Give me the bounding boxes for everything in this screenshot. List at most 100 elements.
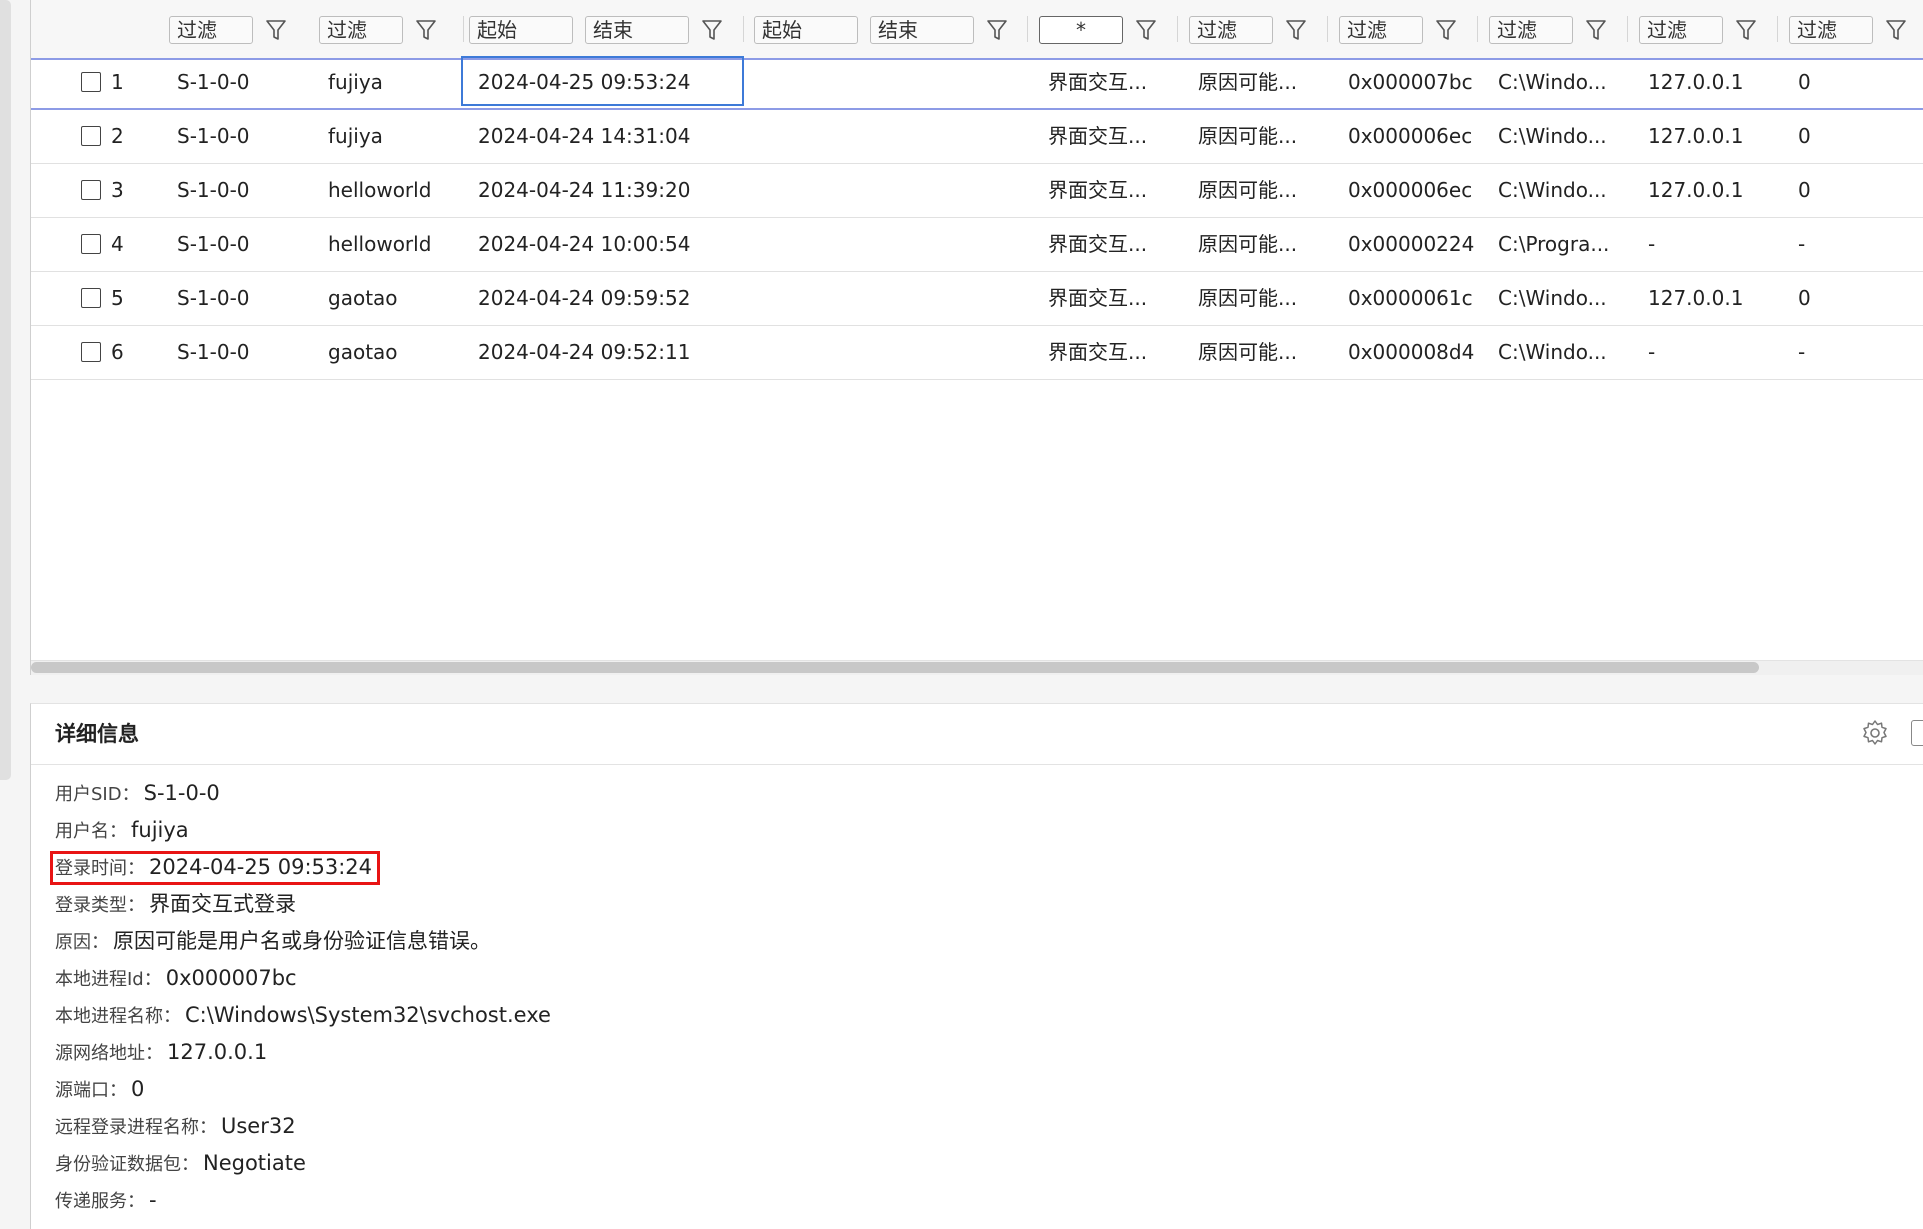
expand-panel-icon[interactable] — [1911, 720, 1923, 746]
cell-login-time: 2024-04-24 09:59:52 — [478, 286, 691, 310]
cell-port: - — [1798, 340, 1806, 364]
funnel-icon[interactable] — [265, 18, 287, 42]
filter-time-end[interactable]: 结束 — [585, 16, 689, 44]
row-index: 6 — [111, 340, 124, 364]
filter-logout-start[interactable]: 起始 — [754, 16, 858, 44]
detail-field-transited-services: 传递服务： - — [55, 1185, 157, 1215]
filter-input-sid[interactable]: 过滤 — [169, 16, 253, 44]
gear-icon[interactable] — [1860, 718, 1890, 748]
row-index: 2 — [111, 124, 124, 148]
cell-user: gaotao — [328, 340, 398, 364]
cell-reason: 原因可能... — [1198, 124, 1298, 148]
funnel-icon[interactable] — [1735, 18, 1757, 42]
funnel-icon[interactable] — [1285, 18, 1307, 42]
cell-ip: - — [1648, 340, 1656, 364]
cell-ip: 127.0.0.1 — [1648, 124, 1744, 148]
cell-process-path: C:\Windo... — [1498, 286, 1607, 310]
table-row[interactable]: 5 S-1-0-0 gaotao 2024-04-24 09:59:52 界面交… — [31, 272, 1923, 326]
filter-cell-reason: 过滤 — [1189, 14, 1307, 46]
row-checkbox[interactable] — [81, 72, 101, 92]
funnel-icon[interactable] — [1585, 18, 1607, 42]
filter-cell-time-range: 起始 结束 — [469, 14, 723, 46]
row-index: 3 — [111, 178, 124, 202]
cell-process-path: C:\Windo... — [1498, 70, 1607, 94]
detail-value: fujiya — [131, 818, 189, 842]
filter-time-start[interactable]: 起始 — [469, 16, 573, 44]
row-index: 1 — [111, 70, 124, 94]
filter-cell-user: 过滤 — [319, 14, 437, 46]
cell-reason: 原因可能... — [1198, 178, 1298, 202]
cell-sid: S-1-0-0 — [177, 70, 250, 94]
detail-label: 远程登录进程名称： — [55, 1117, 217, 1138]
funnel-icon[interactable] — [986, 18, 1008, 42]
cell-login-time: 2024-04-24 14:31:04 — [478, 124, 691, 148]
detail-field-sid: 用户SID： S-1-0-0 — [55, 778, 220, 808]
login-records-grid: 过滤 过滤 起始 结束 起始 结束 * 过滤 过滤 过滤 过滤 过滤 1 S-1… — [30, 0, 1923, 675]
row-checkbox[interactable] — [81, 180, 101, 200]
funnel-icon[interactable] — [1885, 18, 1907, 42]
cell-sid: S-1-0-0 — [177, 124, 250, 148]
detail-value: S-1-0-0 — [143, 781, 220, 805]
funnel-icon[interactable] — [701, 18, 723, 42]
cell-user: fujiya — [328, 70, 383, 94]
detail-value: 原因可能是用户名或身份验证信息错误。 — [113, 929, 491, 953]
filter-logout-end[interactable]: 结束 — [870, 16, 974, 44]
funnel-icon[interactable] — [1435, 18, 1457, 42]
filter-bar: 过滤 过滤 起始 结束 起始 结束 * 过滤 过滤 过滤 过滤 过滤 — [31, 0, 1923, 60]
detail-field-reason: 原因： 原因可能是用户名或身份验证信息错误。 — [55, 926, 491, 956]
cell-user: helloworld — [328, 178, 432, 202]
cell-login-type: 界面交互... — [1048, 70, 1148, 94]
filter-input-ip[interactable]: 过滤 — [1639, 16, 1723, 44]
cell-sid: S-1-0-0 — [177, 340, 250, 364]
cell-port: 0 — [1798, 124, 1811, 148]
table-row[interactable]: 3 S-1-0-0 helloworld 2024-04-24 11:39:20… — [31, 164, 1923, 218]
filter-input-user[interactable]: 过滤 — [319, 16, 403, 44]
detail-label: 传递服务： — [55, 1191, 145, 1212]
cell-process-path: C:\Windo... — [1498, 340, 1607, 364]
detail-label: 源端口： — [55, 1080, 127, 1101]
cell-ip: 127.0.0.1 — [1648, 178, 1744, 202]
cell-login-time: 2024-04-24 11:39:20 — [478, 178, 691, 202]
cell-user: helloworld — [328, 232, 432, 256]
cell-port: - — [1798, 232, 1806, 256]
detail-value: C:\Windows\System32\svchost.exe — [185, 1003, 551, 1027]
detail-field-login-type: 登录类型： 界面交互式登录 — [55, 889, 296, 919]
detail-value: 0x000007bc — [165, 966, 297, 990]
detail-label: 登录类型： — [55, 895, 145, 916]
cell-reason: 原因可能... — [1198, 340, 1298, 364]
row-checkbox[interactable] — [81, 126, 101, 146]
row-checkbox[interactable] — [81, 234, 101, 254]
cell-login-type: 界面交互... — [1048, 178, 1148, 202]
table-row[interactable]: 6 S-1-0-0 gaotao 2024-04-24 09:52:11 界面交… — [31, 326, 1923, 380]
filter-input-pid[interactable]: 过滤 — [1339, 16, 1423, 44]
detail-value: 127.0.0.1 — [167, 1040, 268, 1064]
detail-field-user: 用户名： fujiya — [55, 815, 189, 845]
cell-login-type: 界面交互... — [1048, 340, 1148, 364]
detail-label: 身份验证数据包： — [55, 1154, 199, 1175]
table-row[interactable]: 1 S-1-0-0 fujiya 2024-04-25 09:53:24 界面交… — [31, 56, 1923, 110]
table-row[interactable]: 2 S-1-0-0 fujiya 2024-04-24 14:31:04 界面交… — [31, 110, 1923, 164]
filter-cell-sid: 过滤 — [169, 14, 287, 46]
detail-value: 0 — [131, 1077, 145, 1101]
filter-cell-port: 过滤 — [1789, 14, 1907, 46]
row-checkbox[interactable] — [81, 342, 101, 362]
cell-ip: 127.0.0.1 — [1648, 70, 1744, 94]
funnel-icon[interactable] — [1135, 18, 1157, 42]
row-checkbox[interactable] — [81, 288, 101, 308]
cell-login-type: 界面交互... — [1048, 232, 1148, 256]
cell-pid: 0x0000061c — [1348, 286, 1473, 310]
vertical-scrollbar[interactable] — [0, 0, 11, 780]
filter-cell-ip: 过滤 — [1639, 14, 1757, 46]
filter-input-type[interactable]: * — [1039, 16, 1123, 44]
funnel-icon[interactable] — [415, 18, 437, 42]
cell-port: 0 — [1798, 178, 1811, 202]
detail-label: 本地进程名称： — [55, 1006, 181, 1027]
detail-field-process-name: 本地进程名称： C:\Windows\System32\svchost.exe — [55, 1000, 551, 1030]
cell-process-path: C:\Windo... — [1498, 178, 1607, 202]
horizontal-scrollbar-thumb[interactable] — [31, 662, 1759, 673]
table-row[interactable]: 4 S-1-0-0 helloworld 2024-04-24 10:00:54… — [31, 218, 1923, 272]
filter-input-reason[interactable]: 过滤 — [1189, 16, 1273, 44]
cell-reason: 原因可能... — [1198, 286, 1298, 310]
filter-input-port[interactable]: 过滤 — [1789, 16, 1873, 44]
filter-input-path[interactable]: 过滤 — [1489, 16, 1573, 44]
